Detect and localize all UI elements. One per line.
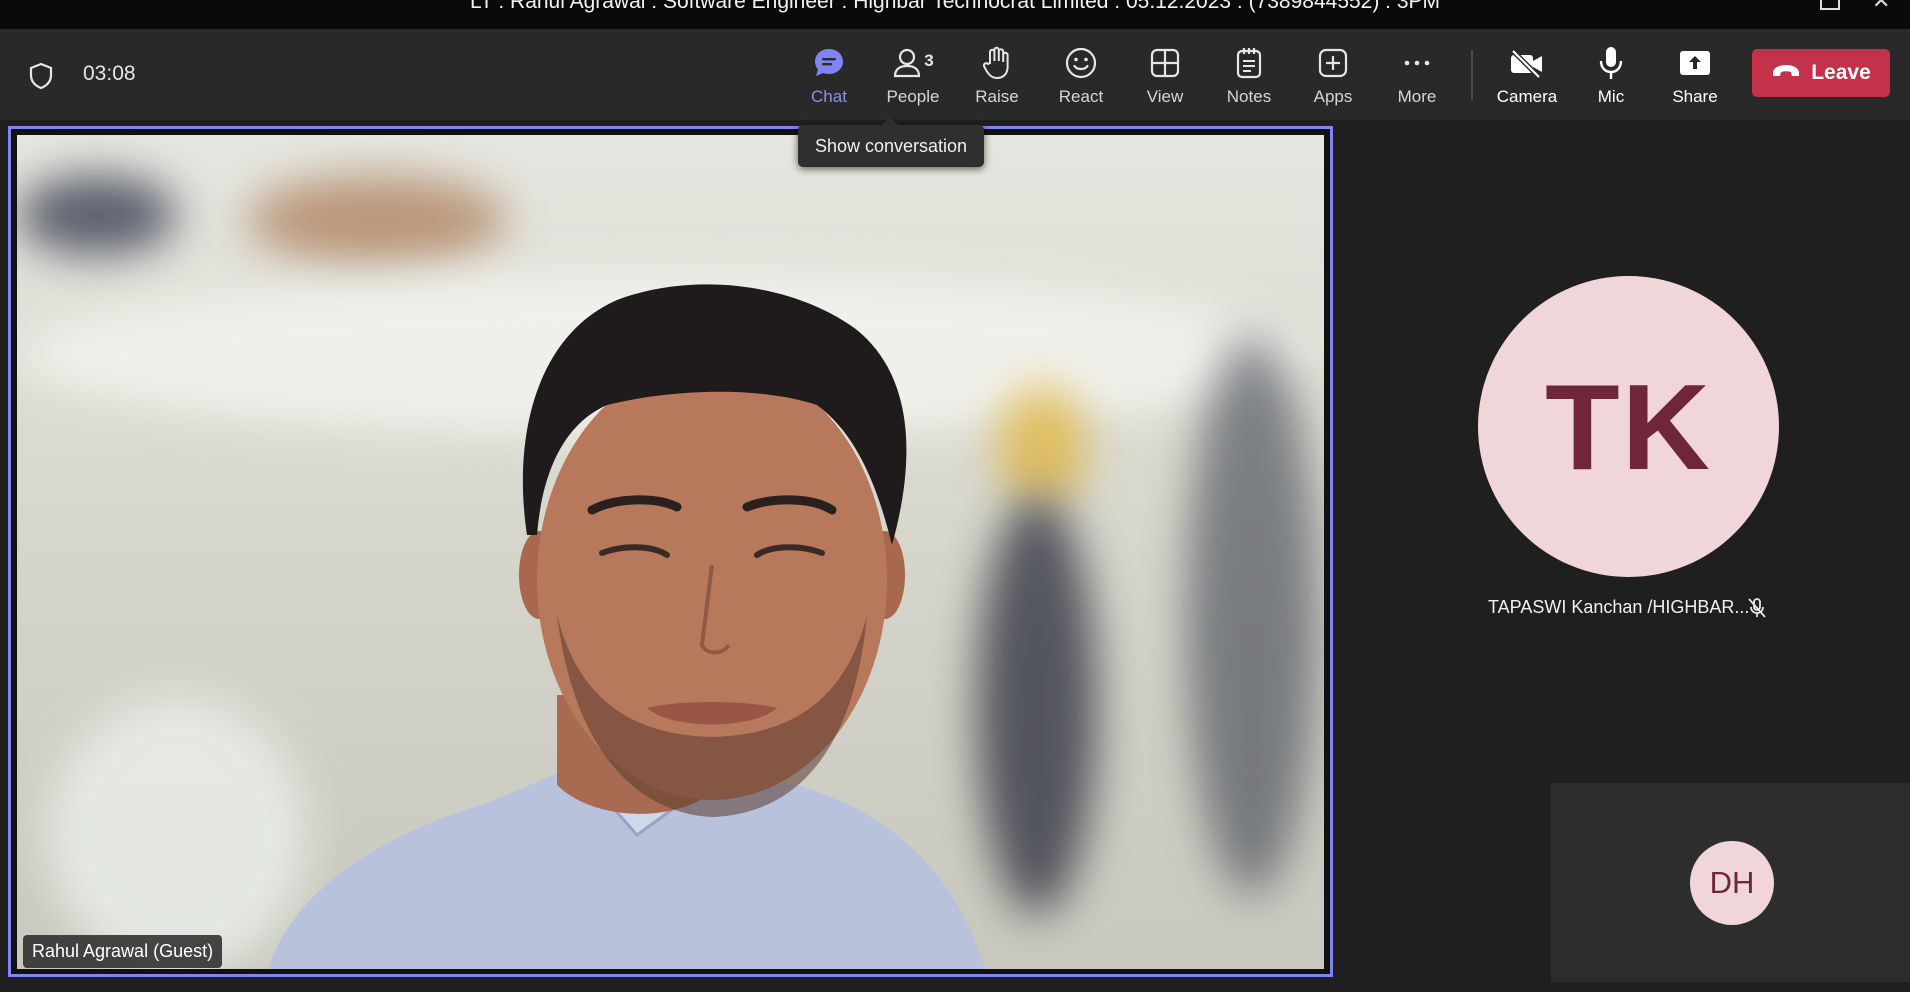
window-titlebar: LT : Rahul Agrawal : Software Engineer :…	[0, 0, 1910, 29]
mic-icon	[1597, 43, 1625, 83]
meeting-toolbar: 03:08 Chat 3 People Raise React View Not…	[0, 29, 1910, 120]
view-label: View	[1146, 87, 1184, 106]
avatar-initials: TK	[1545, 358, 1712, 495]
apps-button[interactable]: Apps	[1293, 43, 1373, 113]
grid-view-icon	[1149, 43, 1181, 83]
react-label: React	[1058, 87, 1104, 106]
share-button[interactable]: Share	[1655, 43, 1735, 113]
smile-icon	[1064, 43, 1098, 83]
view-button[interactable]: View	[1125, 43, 1205, 113]
leave-button[interactable]: Leave	[1752, 49, 1890, 97]
hang-up-icon	[1771, 63, 1801, 84]
participant-avatar-dh: DH	[1690, 841, 1774, 925]
mic-button[interactable]: Mic	[1571, 43, 1651, 113]
share-screen-icon	[1678, 43, 1712, 83]
more-label: More	[1397, 87, 1437, 106]
react-button[interactable]: React	[1041, 43, 1121, 113]
meeting-timer: 03:08	[83, 62, 136, 85]
notes-label: Notes	[1226, 87, 1272, 106]
raise-hand-button[interactable]: Raise	[957, 43, 1037, 113]
person-silhouette	[268, 284, 986, 969]
avatar-initials: DH	[1709, 865, 1755, 900]
raise-hand-icon	[981, 43, 1013, 83]
mic-label: Mic	[1597, 87, 1625, 106]
participant-avatar-tk[interactable]: TK	[1478, 276, 1779, 577]
add-app-icon	[1317, 43, 1349, 83]
participant-video	[17, 135, 1324, 969]
main-video-tile[interactable]: Rahul Agrawal (Guest)	[8, 126, 1333, 977]
people-count: 3	[924, 51, 934, 70]
people-icon	[894, 48, 921, 78]
participant-tile-dh[interactable]: DH	[1551, 783, 1910, 982]
notes-icon	[1234, 43, 1264, 83]
leave-label: Leave	[1811, 61, 1871, 84]
close-window-button[interactable]: ✕	[1872, 0, 1896, 12]
maximize-icon	[1820, 0, 1840, 10]
chat-button[interactable]: Chat	[789, 43, 869, 113]
people-label: People	[886, 87, 940, 106]
mic-muted-icon	[1747, 597, 1767, 624]
chat-label: Chat	[811, 87, 847, 106]
maximize-button[interactable]	[1820, 0, 1844, 10]
chat-icon	[812, 43, 846, 83]
camera-button[interactable]: Camera	[1487, 43, 1567, 113]
camera-off-icon	[1508, 43, 1546, 83]
participant-name-tk: TAPASWI Kanchan /HIGHBAR...	[1488, 597, 1750, 617]
window-title: LT : Rahul Agrawal : Software Engineer :…	[469, 0, 1441, 13]
apps-label: Apps	[1313, 87, 1353, 106]
more-dots-icon	[1401, 43, 1433, 83]
toolbar-divider	[1471, 50, 1473, 100]
share-label: Share	[1672, 87, 1718, 106]
people-button[interactable]: 3 People	[873, 43, 953, 113]
participant-name-tag: Rahul Agrawal (Guest)	[23, 935, 223, 968]
shield-icon[interactable]	[28, 62, 54, 95]
more-button[interactable]: More	[1377, 43, 1457, 113]
raise-label: Raise	[975, 87, 1019, 106]
notes-button[interactable]: Notes	[1209, 43, 1289, 113]
camera-label: Camera	[1496, 87, 1558, 106]
chat-tooltip: Show conversation	[798, 117, 984, 167]
